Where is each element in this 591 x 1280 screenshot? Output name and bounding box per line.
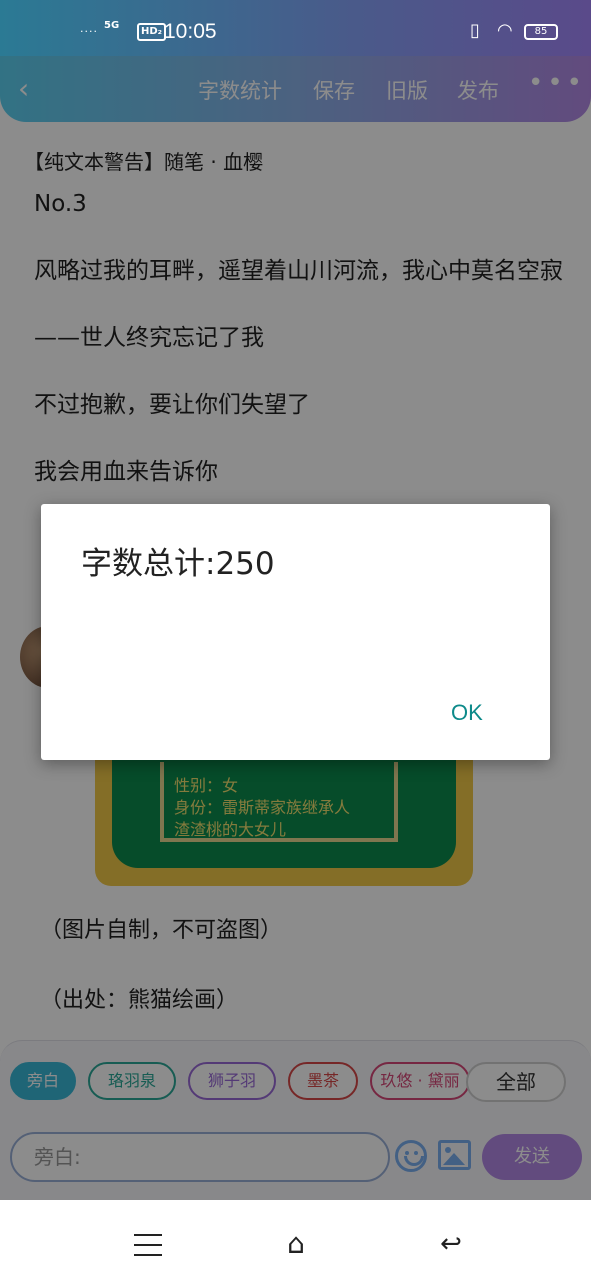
hd-icon: HD₂ xyxy=(137,23,167,41)
signal-icon: .... xyxy=(80,22,98,35)
battery-icon: 85 xyxy=(524,24,558,40)
back-icon[interactable]: ↩ xyxy=(436,1230,466,1258)
menu-icon[interactable] xyxy=(134,1234,162,1256)
wifi-icon: ◠ xyxy=(497,20,513,41)
home-icon[interactable]: ⌂ xyxy=(278,1230,314,1258)
status-bar: .... 5G HD₂ 10:05 ▯ ◠ 85 xyxy=(0,0,591,56)
clock: 10:05 xyxy=(164,20,217,43)
word-count-dialog: 字数总计:250 OK xyxy=(41,504,550,760)
network-type: 5G xyxy=(104,20,120,31)
ok-button[interactable]: OK xyxy=(451,700,483,726)
dialog-message: 字数总计:250 xyxy=(81,546,275,582)
vibrate-icon: ▯ xyxy=(470,20,480,41)
